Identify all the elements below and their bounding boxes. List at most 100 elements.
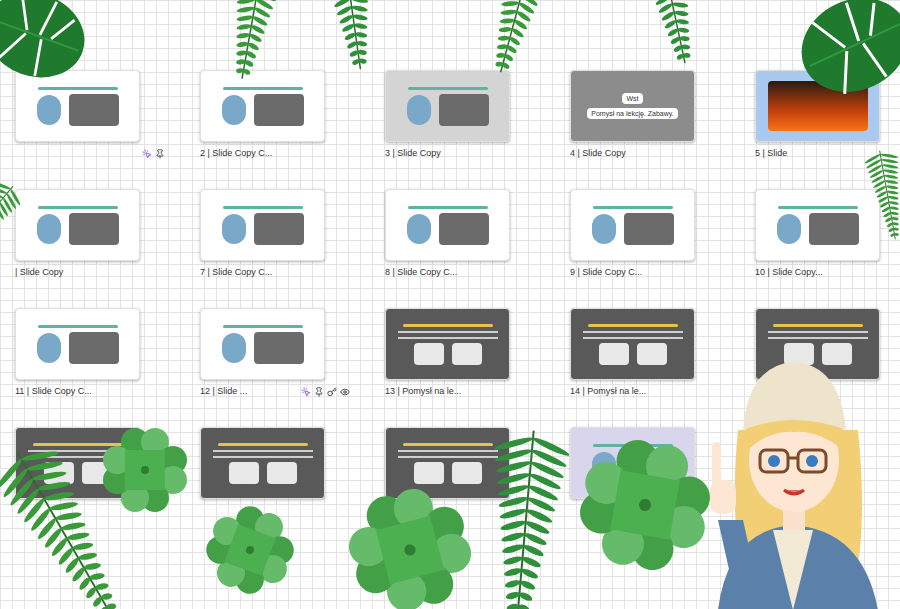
thumb-picture — [624, 213, 674, 245]
thumb-figure — [777, 214, 801, 244]
thumb-figure — [222, 214, 246, 244]
slide-thumbnail[interactable] — [200, 308, 325, 380]
key-icon[interactable] — [327, 387, 337, 397]
thumb-picture — [414, 462, 444, 484]
thumb-text-lines — [398, 450, 498, 452]
slide-thumbnail[interactable] — [755, 189, 880, 261]
thumb-title-bar — [38, 325, 118, 328]
fern-leaf-icon — [290, 0, 410, 76]
slide-card[interactable]: 11 | Slide Copy C... — [15, 308, 140, 400]
thumb-title-bar — [403, 443, 493, 446]
thumb-title-bar — [223, 325, 303, 328]
slide-label-row: 7 | Slide Copy C... — [200, 265, 350, 281]
fern-leaf-icon — [461, 426, 588, 609]
thumb-text-lines — [768, 331, 868, 333]
thumb-picture — [414, 343, 444, 365]
thumb-title-bar — [38, 87, 118, 90]
slide-label: 12 | Slide ... — [200, 385, 247, 399]
fern-leaf-icon — [606, 0, 734, 74]
thumb-picture — [439, 94, 489, 126]
slide-thumbnail[interactable] — [385, 189, 510, 261]
slide-label-row: 8 | Slide Copy C... — [385, 265, 535, 281]
slide-thumbnail[interactable] — [15, 308, 140, 380]
slide-thumbnail[interactable] — [385, 427, 510, 499]
thumb-title-bar — [38, 206, 118, 209]
interactive-icon[interactable] — [301, 387, 311, 397]
slide-thumbnail[interactable] — [570, 189, 695, 261]
slide-thumbnail[interactable] — [570, 308, 695, 380]
slide-card[interactable]: 2 | Slide Copy C... — [200, 70, 325, 162]
slide-card[interactable]: 12 | Slide ... — [200, 308, 325, 400]
clover-icon — [95, 420, 195, 520]
slide-label: 13 | Pomysł na le... — [385, 385, 461, 399]
slide-thumbnail[interactable] — [385, 308, 510, 380]
slide-card[interactable]: WstPomysł na lekcję. Zabawy.4 | Slide Co… — [570, 70, 695, 162]
thumb-title-bar — [218, 443, 308, 446]
slide-label-row: | Slide Copy — [15, 265, 165, 281]
pin-icon[interactable] — [314, 387, 324, 397]
slide-label-row: 14 | Pomysł na le... — [570, 384, 720, 400]
slide-card[interactable]: 8 | Slide Copy C... — [385, 189, 510, 281]
girl-illustration-icon — [688, 330, 898, 609]
slide-label: 9 | Slide Copy C... — [570, 266, 642, 280]
thumb-text-lines — [398, 331, 498, 333]
interactive-icon[interactable] — [142, 149, 152, 159]
slide-label-row: 10 | Slide Copy... — [755, 265, 900, 281]
slide-label-row: 3 | Slide Copy — [385, 146, 535, 162]
slide-card[interactable]: 10 | Slide Copy... — [755, 189, 880, 281]
slide-thumbnail[interactable] — [15, 70, 140, 142]
slide-label: 5 | Slide — [755, 147, 787, 161]
slide-card[interactable]: 3 | Slide Copy — [385, 70, 510, 162]
clover-icon — [558, 418, 732, 592]
slide-card[interactable]: 13 | Pomysł na le... — [385, 308, 510, 400]
thumb-figure — [37, 333, 61, 363]
slide-sorter: 2 | Slide Copy C... 3 | Slide Copy WstPomy… — [0, 0, 900, 609]
slide-label-row: 4 | Slide Copy — [570, 146, 720, 162]
thumb-title-bar — [773, 324, 863, 327]
clover-icon — [186, 486, 314, 609]
slide-label: 8 | Slide Copy C... — [385, 266, 457, 280]
eye-icon[interactable] — [340, 387, 350, 397]
thumb-title-bar — [223, 206, 303, 209]
thumb-text-lines — [583, 331, 683, 333]
thumb-title-bar — [33, 443, 123, 446]
slide-label-row: 13 | Pomysł na le... — [385, 384, 535, 400]
slide-label: 14 | Pomysł na le... — [570, 385, 646, 399]
thumb-figure — [222, 333, 246, 363]
slide-thumbnail[interactable] — [200, 189, 325, 261]
slide-thumbnail[interactable] — [200, 70, 325, 142]
slide-card[interactable] — [200, 427, 325, 519]
thumb-figure — [592, 214, 616, 244]
slide-label-row: 12 | Slide ... — [200, 384, 350, 400]
slide-thumbnail[interactable] — [15, 189, 140, 261]
thumb-figure — [37, 95, 61, 125]
slide-label-row: 2 | Slide Copy C... — [200, 146, 350, 162]
slide-thumbnail[interactable] — [385, 70, 510, 142]
slide-card[interactable]: | Slide Copy — [15, 189, 140, 281]
pin-icon[interactable] — [155, 149, 165, 159]
slide-label-row: 11 | Slide Copy C... — [15, 384, 165, 400]
thumb-title-bar — [408, 206, 488, 209]
thumb-figure — [407, 95, 431, 125]
thumb-picture — [599, 343, 629, 365]
slide-card[interactable]: 14 | Pomysł na le... — [570, 308, 695, 400]
thumb-picture — [254, 94, 304, 126]
thumb-text-lines — [213, 450, 313, 452]
slide-label: 7 | Slide Copy C... — [200, 266, 272, 280]
thumb-text-box: Wst — [622, 93, 642, 104]
slide-label: 11 | Slide Copy C... — [15, 385, 92, 399]
thumb-title-bar — [403, 324, 493, 327]
thumb-title-bar — [588, 324, 678, 327]
thumb-picture — [69, 94, 119, 126]
thumb-figure — [407, 214, 431, 244]
slide-card[interactable] — [15, 70, 140, 162]
thumb-picture — [69, 213, 119, 245]
slide-card[interactable]: 7 | Slide Copy C... — [200, 189, 325, 281]
thumb-title-bar — [593, 206, 673, 209]
slide-card[interactable]: 9 | Slide Copy C... — [570, 189, 695, 281]
thumb-picture — [439, 213, 489, 245]
thumb-picture — [229, 462, 259, 484]
thumb-figure — [37, 214, 61, 244]
slide-thumbnail[interactable]: WstPomysł na lekcję. Zabawy. — [570, 70, 695, 142]
slide-thumbnail[interactable] — [200, 427, 325, 499]
